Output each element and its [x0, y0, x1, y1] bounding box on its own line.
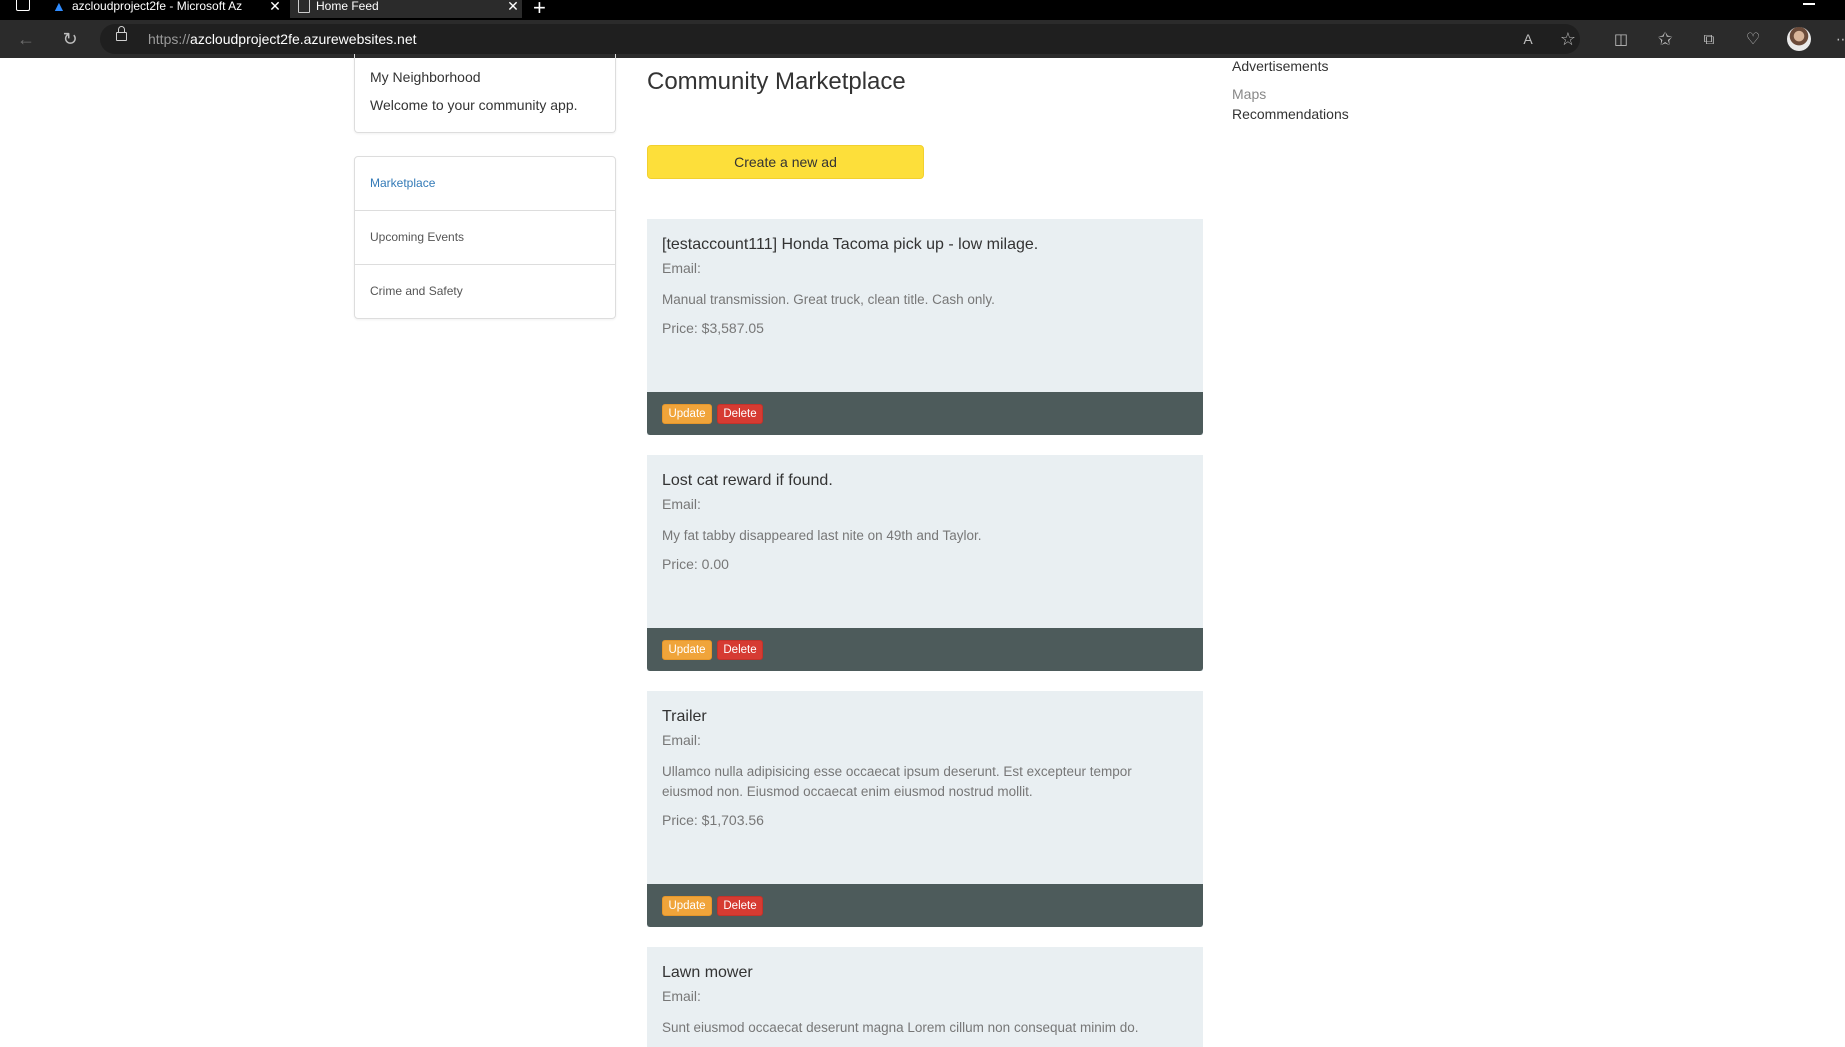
more-options-icon[interactable]: ⋯ — [1830, 26, 1845, 52]
ad-description: Ullamco nulla adipisicing esse occaecat … — [662, 764, 1132, 799]
nav-item-crime-and-safety[interactable]: Crime and Safety — [355, 265, 615, 318]
create-ad-button[interactable]: Create a new ad — [647, 145, 924, 179]
ad-title: Trailer — [662, 708, 707, 725]
profile-avatar[interactable] — [1787, 27, 1811, 51]
ad-price: Price: $3,587.05 — [662, 320, 764, 336]
ad-actions: Update Delete — [647, 884, 1203, 927]
ad-card: Lawn mower Email: Sunt eiusmod occaecat … — [647, 947, 1203, 1047]
update-button[interactable]: Update — [662, 640, 712, 660]
ad-card: Lost cat reward if found. Email: My fat … — [647, 455, 1203, 671]
page-title: Community Marketplace — [647, 68, 906, 95]
ad-price: Price: 0.00 — [662, 556, 729, 572]
maps-link[interactable]: Maps — [1232, 86, 1266, 102]
tab-label: Home Feed — [316, 0, 379, 13]
tab-azure-portal[interactable]: ▲ azcloudproject2fe - Microsoft Az ✕ — [52, 0, 284, 18]
ad-title: [testaccount111] Honda Tacoma pick up - … — [662, 236, 1039, 253]
new-tab-icon[interactable]: + — [533, 0, 546, 20]
ad-description: Sunt eiusmod occaecat deserunt magna Lor… — [662, 1020, 1139, 1035]
close-icon[interactable]: ✕ — [504, 0, 522, 15]
refresh-icon[interactable]: ↻ — [57, 26, 83, 52]
favorite-star-icon[interactable]: ☆ — [1555, 26, 1581, 52]
ad-description: Manual transmission. Great truck, clean … — [662, 292, 995, 307]
section-nav: Marketplace Upcoming Events Crime and Sa… — [354, 156, 616, 319]
welcome-message: Welcome to your community app. — [370, 97, 578, 113]
azure-icon: ▲ — [52, 0, 66, 14]
delete-button[interactable]: Delete — [717, 640, 763, 660]
ad-actions: Update Delete — [647, 392, 1203, 435]
tab-label: azcloudproject2fe - Microsoft Az — [72, 0, 243, 13]
nav-item-marketplace[interactable]: Marketplace — [355, 157, 615, 211]
nav-item-label: Upcoming Events — [370, 230, 465, 244]
ad-description: My fat tabby disappeared last nite on 49… — [662, 528, 982, 543]
collections-icon[interactable]: ⧉ — [1696, 26, 1722, 52]
nav-item-upcoming-events[interactable]: Upcoming Events — [355, 211, 615, 265]
browser-tab-bar: ▲ azcloudproject2fe - Microsoft Az ✕ Hom… — [0, 0, 1845, 20]
performance-icon[interactable]: ♡ — [1740, 26, 1766, 52]
minimize-icon[interactable] — [1803, 3, 1815, 5]
nav-item-label: Crime and Safety — [370, 284, 463, 298]
neighborhood-title: My Neighborhood — [370, 69, 481, 85]
ad-card: Trailer Email: Ullamco nulla adipisicing… — [647, 691, 1203, 927]
tab-home-feed[interactable]: Home Feed ✕ — [290, 0, 522, 18]
welcome-panel: My Neighborhood Welcome to your communit… — [354, 54, 616, 133]
ad-email: Email: — [662, 496, 701, 512]
delete-button[interactable]: Delete — [717, 404, 763, 424]
ad-email: Email: — [662, 732, 701, 748]
ad-title: Lost cat reward if found. — [662, 472, 833, 489]
delete-button[interactable]: Delete — [717, 896, 763, 916]
split-screen-icon[interactable]: ◫ — [1608, 26, 1634, 52]
ad-card: [testaccount111] Honda Tacoma pick up - … — [647, 219, 1203, 435]
advertisements-heading: Advertisements — [1232, 58, 1329, 74]
lock-icon — [116, 26, 127, 41]
page-icon — [298, 0, 310, 13]
ad-actions: Update Delete — [647, 628, 1203, 671]
update-button[interactable]: Update — [662, 404, 712, 424]
page-content: My Neighborhood Welcome to your communit… — [0, 54, 1845, 1047]
recommendations-link[interactable]: Recommendations — [1232, 106, 1349, 122]
close-icon[interactable]: ✕ — [266, 0, 284, 15]
ad-price: Price: $1,703.56 — [662, 812, 764, 828]
ad-email: Email: — [662, 988, 701, 1004]
address-bar[interactable]: https://azcloudproject2fe.azurewebsites.… — [100, 24, 1580, 54]
ad-title: Lawn mower — [662, 964, 753, 981]
back-icon[interactable]: ← — [13, 26, 39, 52]
nav-item-label: Marketplace — [370, 176, 436, 190]
browser-toolbar: ← ↻ https://azcloudproject2fe.azurewebsi… — [0, 20, 1845, 58]
ad-email: Email: — [662, 260, 701, 276]
sidebar-toggle-icon[interactable] — [16, 0, 30, 11]
update-button[interactable]: Update — [662, 896, 712, 916]
favorites-icon[interactable]: ✩ — [1652, 26, 1678, 52]
url-text: https://azcloudproject2fe.azurewebsites.… — [148, 31, 417, 47]
read-aloud-icon[interactable]: A — [1515, 26, 1541, 52]
